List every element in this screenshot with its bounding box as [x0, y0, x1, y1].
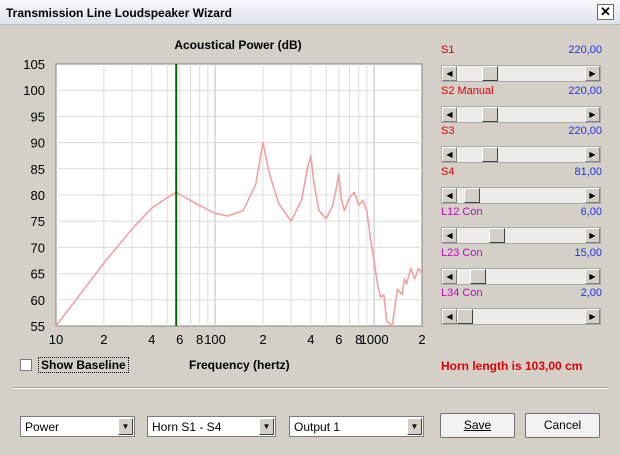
scroll-right-icon[interactable]: ▶ — [585, 228, 600, 243]
scroll-right-icon[interactable]: ▶ — [585, 309, 600, 324]
scroll-left-icon[interactable]: ◀ — [442, 106, 457, 122]
y-tick-label: 95 — [31, 109, 45, 124]
slider-scrollbar[interactable]: ◀ ▶ — [441, 146, 601, 163]
slider-scrollbar[interactable]: ◀ ▶ — [441, 65, 601, 82]
slider-thumb[interactable] — [470, 268, 487, 284]
x-tick-label: 10 — [49, 332, 63, 347]
slider-label: L34 Con — [441, 287, 483, 299]
x-tick-label: 100 — [204, 332, 226, 347]
x-tick-label: 2 — [259, 332, 266, 347]
slider-thumb[interactable] — [481, 147, 498, 162]
slider-thumb[interactable] — [463, 187, 480, 203]
x-tick-label: 2 — [418, 332, 425, 347]
scroll-right-icon[interactable]: ▶ — [585, 268, 600, 284]
slider-value: 81,00 — [574, 165, 602, 178]
scroll-left-icon[interactable]: ◀ — [442, 187, 457, 203]
slider-thumb[interactable] — [481, 66, 498, 81]
y-tick-label: 55 — [31, 319, 45, 334]
y-tick-label: 105 — [23, 57, 45, 72]
save-button[interactable]: Save — [440, 413, 515, 438]
slider-scrollbar[interactable]: ◀ ▶ — [441, 105, 601, 123]
title-bar: Transmission Line Loudspeaker Wizard ✕ — [0, 0, 620, 25]
baseline-checkbox-box[interactable] — [20, 359, 32, 371]
x-tick-label: 4 — [148, 332, 155, 347]
horn-select-value: Horn S1 - S4 — [152, 420, 222, 434]
close-icon: ✕ — [600, 4, 611, 19]
chevron-down-icon[interactable]: ▼ — [118, 418, 133, 435]
scroll-left-icon[interactable]: ◀ — [442, 228, 457, 243]
acoustical-power-chart: 55606570758085909510010510 2 4 6 8 100 2 4 6 8100… — [23, 57, 425, 347]
cancel-button[interactable]: Cancel — [525, 413, 600, 438]
chevron-down-icon[interactable]: ▼ — [259, 418, 274, 435]
slider-label: L23 Con — [441, 246, 483, 259]
horn-select[interactable]: Horn S1 - S4 ▼ — [147, 416, 276, 437]
view-select-value: Power — [25, 420, 60, 434]
scroll-right-icon[interactable]: ▶ — [585, 106, 600, 122]
baseline-label[interactable]: Show Baseline — [38, 357, 129, 373]
y-tick-label: 90 — [31, 136, 45, 151]
y-tick-label: 85 — [31, 162, 45, 177]
scroll-left-icon[interactable]: ◀ — [442, 309, 457, 324]
x-tick-label: 6 — [335, 332, 342, 347]
scroll-left-icon[interactable]: ◀ — [442, 268, 457, 284]
y-tick-label: 75 — [31, 214, 45, 229]
y-tick-label: 60 — [31, 293, 45, 308]
horn-length-text: Horn length is 103,00 cm — [441, 359, 583, 373]
window-title: Transmission Line Loudspeaker Wizard — [6, 6, 232, 20]
output-select-value: Output 1 — [294, 420, 341, 434]
separator — [13, 387, 608, 389]
slider-label: S2 Manual — [441, 84, 494, 97]
output-select[interactable]: Output 1 ▼ — [289, 416, 424, 437]
slider-value: 2,00 — [580, 287, 602, 299]
slider-label: S1 — [441, 44, 455, 56]
slider-value: 15,00 — [574, 246, 602, 259]
x-tick-label: 2 — [100, 332, 107, 347]
close-button[interactable]: ✕ — [597, 4, 614, 20]
scroll-right-icon[interactable]: ▶ — [585, 66, 600, 81]
x-tick-label: 1000 — [360, 332, 389, 347]
chevron-down-icon[interactable]: ▼ — [407, 418, 422, 435]
slider-scrollbar[interactable]: ◀ ▶ — [441, 186, 601, 204]
save-button-label: Save — [463, 418, 492, 432]
y-tick-label: 100 — [23, 83, 45, 98]
scroll-right-icon[interactable]: ▶ — [585, 147, 600, 162]
slider-label: L12 Con — [441, 206, 483, 218]
slider-scrollbar[interactable]: ◀ ▶ — [441, 227, 601, 244]
slider-scrollbar[interactable]: ◀ ▶ — [441, 308, 601, 325]
y-tick-label: 65 — [31, 267, 45, 282]
x-axis-label: Frequency (hertz) — [189, 358, 290, 372]
slider-thumb[interactable] — [481, 106, 498, 122]
slider-label: S4 — [441, 165, 455, 178]
slider-value: 220,00 — [568, 44, 602, 56]
slider-value: 6,00 — [580, 206, 602, 218]
scroll-right-icon[interactable]: ▶ — [585, 187, 600, 203]
show-baseline-checkbox[interactable]: Show Baseline — [20, 357, 132, 373]
x-tick-label: 4 — [307, 332, 314, 347]
slider-label: S3 — [441, 125, 455, 137]
scroll-left-icon[interactable]: ◀ — [442, 147, 457, 162]
slider-value: 220,00 — [568, 125, 602, 137]
x-tick-label: 8 — [196, 332, 203, 347]
y-tick-label: 70 — [31, 240, 45, 255]
x-tick-label: 6 — [176, 332, 183, 347]
slider-value: 220,00 — [568, 84, 602, 97]
scroll-left-icon[interactable]: ◀ — [442, 66, 457, 81]
y-tick-label: 80 — [31, 188, 45, 203]
slider-scrollbar[interactable]: ◀ ▶ — [441, 267, 601, 285]
view-select[interactable]: Power ▼ — [20, 416, 135, 437]
slider-thumb[interactable] — [457, 309, 473, 324]
slider-thumb[interactable] — [489, 228, 506, 243]
